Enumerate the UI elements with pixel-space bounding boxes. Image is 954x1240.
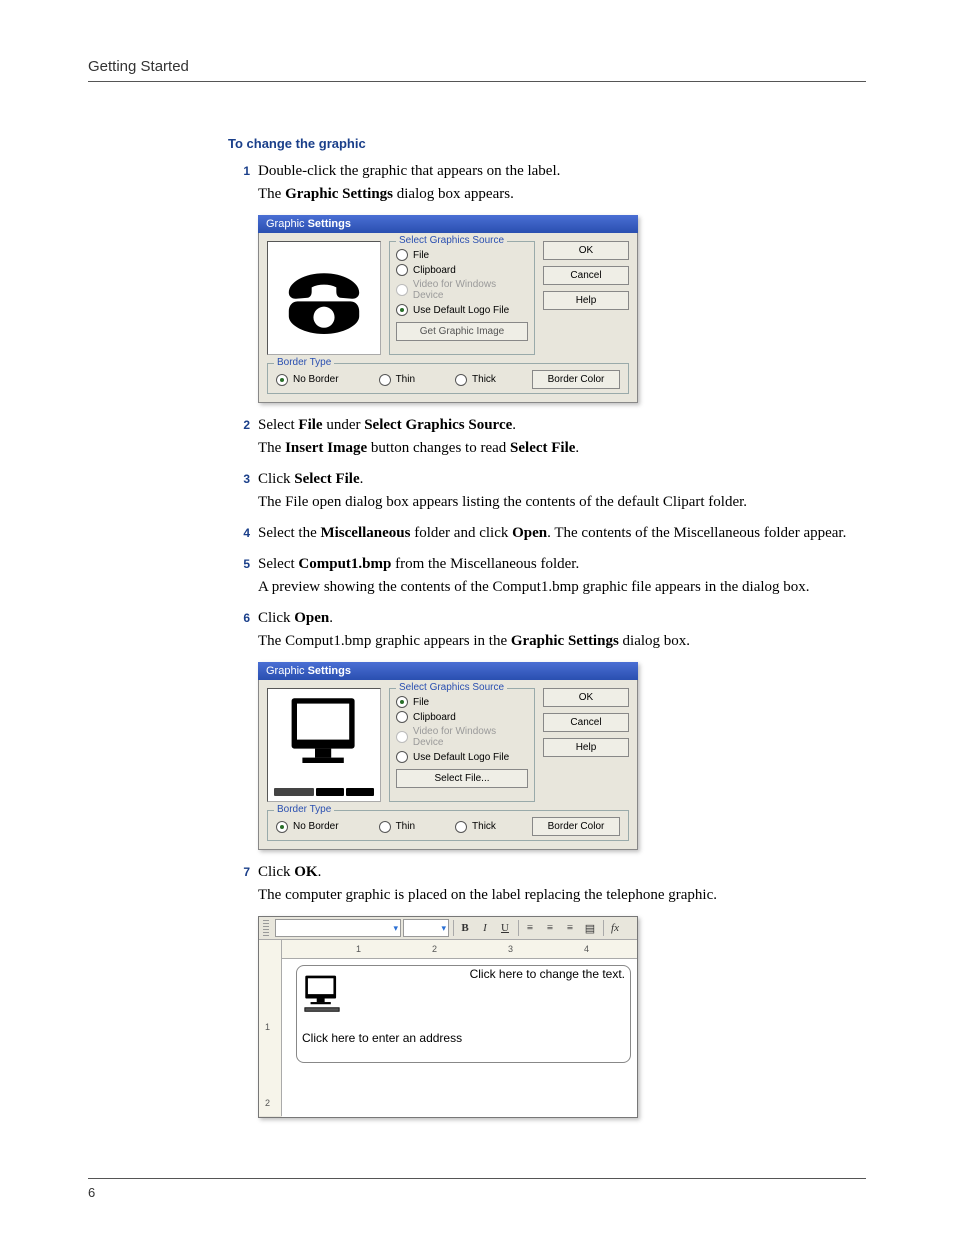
border-type-group: Border Type No Border Thin Thick Border … [267, 810, 629, 841]
font-family-combo[interactable]: ▾ [275, 919, 401, 937]
step-number: 5 [228, 554, 258, 600]
justify-icon: ▤ [585, 922, 595, 935]
bold-button[interactable]: B [453, 920, 474, 936]
graphic-preview [267, 241, 381, 355]
group-label: Border Type [274, 804, 334, 815]
border-color-button[interactable]: Border Color [532, 817, 620, 836]
radio-thin[interactable]: Thin [379, 374, 415, 386]
label-address-placeholder[interactable]: Click here to enter an address [302, 1031, 462, 1045]
vertical-ruler: 1 2 [259, 940, 282, 1116]
step-number: 2 [228, 415, 258, 461]
insert-field-button[interactable]: fx [603, 920, 624, 936]
chevron-down-icon: ▾ [393, 923, 398, 934]
justify-button[interactable]: ▤ [581, 920, 599, 936]
section-heading: To change the graphic [228, 136, 866, 151]
step-5: 5 Select Comput1.bmp from the Miscellane… [228, 554, 866, 600]
label-canvas[interactable]: Click here to change the text. Click her… [282, 959, 637, 1117]
radio-clipboard[interactable]: Clipboard [396, 711, 528, 723]
step-text: The Graphic Settings dialog box appears. [258, 184, 866, 205]
step-6: 6 Click Open. The Comput1.bmp graphic ap… [228, 608, 866, 654]
step-number: 7 [228, 862, 258, 908]
label-editor: ▾ ▾ B I U ≡ ≡ ≡ ▤ fx 1 2 1 2 [258, 916, 638, 1118]
radio-file[interactable]: File [396, 696, 528, 708]
radio-file[interactable]: File [396, 249, 528, 261]
editor-toolbar: ▾ ▾ B I U ≡ ≡ ≡ ▤ fx [259, 917, 637, 940]
radio-default-logo[interactable]: Use Default Logo File [396, 304, 528, 316]
select-file-button[interactable]: Select File... [396, 769, 528, 788]
radio-thick[interactable]: Thick [455, 821, 496, 833]
select-graphics-source-group: Select Graphics Source File Clipboard Vi… [389, 241, 535, 355]
step-number: 6 [228, 608, 258, 654]
radio-no-border[interactable]: No Border [276, 821, 339, 833]
align-center-button[interactable]: ≡ [541, 920, 559, 936]
radio-no-border[interactable]: No Border [276, 374, 339, 386]
dialog-titlebar: Graphic Settings [258, 662, 638, 680]
align-left-icon: ≡ [527, 922, 533, 934]
underline-button[interactable]: U [496, 920, 514, 936]
group-label: Border Type [274, 357, 334, 368]
radio-default-logo[interactable]: Use Default Logo File [396, 751, 528, 763]
italic-button[interactable]: I [476, 920, 494, 936]
dialog-titlebar: Graphic Settings [258, 215, 638, 233]
radio-video: Video for Windows Device [396, 726, 528, 748]
ok-button[interactable]: OK [543, 688, 629, 707]
cancel-button[interactable]: Cancel [543, 266, 629, 285]
step-7: 7 Click OK. The computer graphic is plac… [228, 862, 866, 908]
label-text-placeholder[interactable]: Click here to change the text. [470, 967, 625, 981]
step-number: 3 [228, 469, 258, 515]
chevron-down-icon: ▾ [441, 923, 446, 934]
align-right-icon: ≡ [567, 922, 573, 934]
help-button[interactable]: Help [543, 291, 629, 310]
step-3: 3 Click Select File. The File open dialo… [228, 469, 866, 515]
step-2: 2 Select File under Select Graphics Sour… [228, 415, 866, 461]
radio-clipboard[interactable]: Clipboard [396, 264, 528, 276]
align-left-button[interactable]: ≡ [518, 920, 539, 936]
group-label: Select Graphics Source [396, 235, 507, 246]
page-number: 6 [88, 1185, 95, 1200]
page-footer: 6 [88, 1178, 866, 1200]
help-button[interactable]: Help [543, 738, 629, 757]
align-right-button[interactable]: ≡ [561, 920, 579, 936]
radio-thin[interactable]: Thin [379, 821, 415, 833]
radio-thick[interactable]: Thick [455, 374, 496, 386]
computer-icon [279, 691, 369, 784]
running-header: Getting Started [88, 58, 866, 82]
step-4: 4 Select the Miscellaneous folder and cl… [228, 523, 866, 546]
cancel-button[interactable]: Cancel [543, 713, 629, 732]
telephone-icon [280, 253, 368, 344]
align-center-icon: ≡ [547, 922, 553, 934]
border-color-button[interactable]: Border Color [532, 370, 620, 389]
select-graphics-source-group: Select Graphics Source File Clipboard Vi… [389, 688, 535, 802]
keyboard-icon [274, 788, 374, 800]
border-type-group: Border Type No Border Thin Thick Border … [267, 363, 629, 394]
computer-icon[interactable] [300, 973, 344, 1017]
ok-button[interactable]: OK [543, 241, 629, 260]
horizontal-ruler: 1 2 3 4 [282, 940, 637, 959]
step-number: 4 [228, 523, 258, 546]
group-label: Select Graphics Source [396, 682, 507, 693]
step-number: 1 [228, 161, 258, 207]
graphic-preview [267, 688, 381, 802]
step-1: 1 Double-click the graphic that appears … [228, 161, 866, 207]
graphic-settings-dialog-2: Graphic Settings [258, 662, 638, 850]
radio-video: Video for Windows Device [396, 279, 528, 301]
get-graphic-image-button[interactable]: Get Graphic Image [396, 322, 528, 341]
toolbar-grip-icon [263, 920, 269, 936]
graphic-settings-dialog-1: Graphic Settings Select Graphics Source … [258, 215, 638, 403]
step-text: Double-click the graphic that appears on… [258, 161, 866, 182]
font-size-combo[interactable]: ▾ [403, 919, 449, 937]
